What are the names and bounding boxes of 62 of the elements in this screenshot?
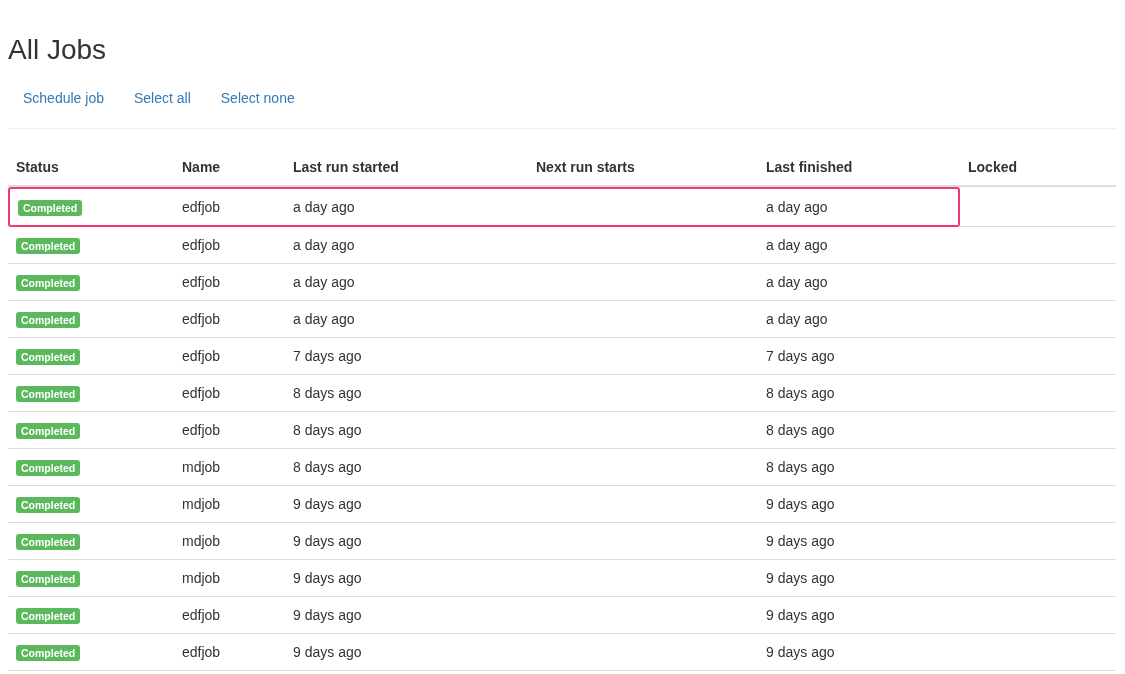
last-run-started: a day ago [293, 198, 355, 217]
column-header: Locked [968, 158, 1017, 177]
job-name: edfjob [182, 421, 221, 440]
status-badge: Completed [16, 460, 81, 476]
job-name: edfjob [182, 384, 221, 403]
last-finished: 7 days ago [766, 347, 835, 366]
column-header: Last run started [293, 158, 399, 177]
last-finished: a day ago [766, 273, 828, 292]
last-finished: 9 days ago [766, 495, 835, 514]
job-name: edfjob [182, 310, 221, 329]
last-run-started: 8 days ago [293, 458, 362, 477]
status-badge: Completed [18, 200, 83, 216]
last-run-started: 9 days ago [293, 643, 362, 662]
last-run-started: 8 days ago [293, 421, 362, 440]
job-name: edfjob [182, 606, 221, 625]
action-link[interactable]: Select none [205, 87, 310, 109]
status-badge: Completed [16, 497, 81, 513]
action-link[interactable]: Schedule job [8, 87, 119, 109]
last-run-started: 9 days ago [293, 495, 362, 514]
last-run-started: 8 days ago [293, 384, 362, 403]
last-finished: 9 days ago [766, 606, 835, 625]
last-finished: 9 days ago [766, 569, 835, 588]
status-badge: Completed [16, 423, 81, 439]
last-run-started: 9 days ago [293, 532, 362, 551]
last-finished: 8 days ago [766, 421, 835, 440]
last-finished: a day ago [766, 236, 828, 255]
status-badge: Completed [16, 645, 81, 661]
last-finished: a day ago [766, 198, 828, 217]
job-name: mdjob [182, 458, 221, 477]
job-name: edfjob [182, 347, 221, 366]
column-header: Name [182, 158, 221, 177]
column-header: Status [16, 158, 59, 177]
job-name: mdjob [182, 495, 221, 514]
last-run-started: 9 days ago [293, 569, 362, 588]
last-finished: 9 days ago [766, 532, 835, 551]
last-finished: 8 days ago [766, 458, 835, 477]
job-name: edfjob [182, 198, 221, 217]
status-badge: Completed [16, 238, 81, 254]
status-badge: Completed [16, 534, 81, 550]
status-badge: Completed [16, 386, 81, 402]
page-title: All Jobs [8, 33, 107, 67]
last-run-started: 9 days ago [293, 606, 362, 625]
action-link[interactable]: Select all [118, 87, 206, 109]
status-badge: Completed [16, 571, 81, 587]
column-header: Next run starts [536, 158, 635, 177]
job-name: edfjob [182, 236, 221, 255]
last-run-started: a day ago [293, 236, 355, 255]
last-finished: 8 days ago [766, 384, 835, 403]
status-badge: Completed [16, 312, 81, 328]
job-name: mdjob [182, 569, 221, 588]
last-run-started: 7 days ago [293, 347, 362, 366]
job-name: mdjob [182, 532, 221, 551]
status-badge: Completed [16, 349, 81, 365]
column-header: Last finished [766, 158, 853, 177]
job-name: edfjob [182, 273, 221, 292]
last-run-started: a day ago [293, 310, 355, 329]
job-name: edfjob [182, 643, 221, 662]
status-badge: Completed [16, 608, 81, 624]
last-finished: 9 days ago [766, 643, 835, 662]
last-finished: a day ago [766, 310, 828, 329]
last-run-started: a day ago [293, 273, 355, 292]
status-badge: Completed [16, 275, 81, 291]
